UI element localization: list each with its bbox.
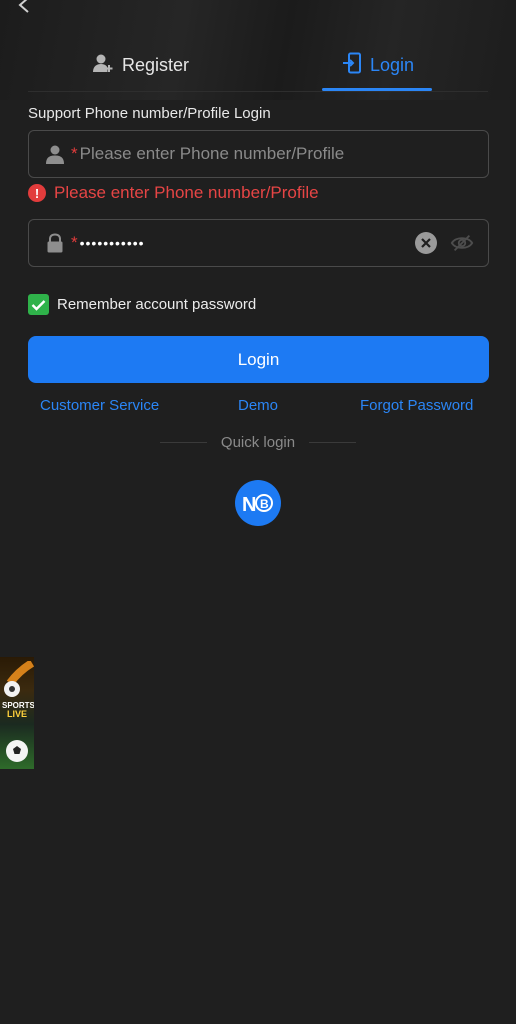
phone-input[interactable]: [77, 144, 488, 164]
password-input[interactable]: •••••••••••: [78, 235, 414, 251]
tabs-divider: [28, 91, 488, 92]
phone-field[interactable]: *: [28, 130, 489, 178]
error-icon: !: [28, 184, 46, 202]
tab-register-label: Register: [122, 54, 190, 75]
sports-live-banner[interactable]: SPORTS LIVE: [0, 657, 34, 769]
password-field[interactable]: * •••••••••••: [28, 219, 489, 267]
demo-link[interactable]: Demo: [238, 397, 278, 414]
required-mark: *: [71, 233, 78, 252]
user-icon: [43, 142, 67, 166]
sports-live-text: SPORTS LIVE: [2, 701, 34, 719]
quick-login-label: Quick login: [220, 433, 296, 451]
clear-icon[interactable]: [414, 231, 438, 255]
quick-login-button[interactable]: N B: [235, 480, 281, 526]
remember-label: Remember account password: [57, 296, 257, 313]
back-icon: [17, 0, 31, 20]
user-add-icon: [92, 52, 114, 79]
quick-login-divider: Quick login: [160, 432, 357, 452]
tab-register[interactable]: Register: [92, 40, 189, 90]
svg-text:B: B: [260, 497, 269, 511]
sports-text-line2: LIVE: [6, 709, 27, 719]
quick-login-icon: N B: [242, 494, 273, 515]
phone-error-text: Please enter Phone number/Profile: [54, 183, 319, 202]
check-icon: [31, 299, 46, 311]
remember-password-toggle[interactable]: Remember account password: [28, 294, 256, 315]
football-icon: [6, 740, 28, 762]
auth-tabs: Register Login: [0, 40, 516, 92]
login-icon: [342, 52, 362, 79]
divider-line: [309, 441, 357, 443]
fireball-icon: [4, 661, 34, 697]
login-method-label: Support Phone number/Profile Login: [28, 105, 271, 122]
login-button[interactable]: Login: [28, 336, 489, 383]
forgot-password-link[interactable]: Forgot Password: [360, 397, 473, 414]
phone-error: ! Please enter Phone number/Profile: [28, 183, 319, 203]
tab-login-label: Login: [370, 54, 415, 75]
svg-text:N: N: [242, 494, 256, 515]
helper-links: Customer Service Demo Forgot Password: [0, 397, 516, 417]
lock-icon: [43, 231, 67, 255]
required-mark: *: [71, 144, 78, 163]
eye-off-icon[interactable]: [450, 231, 474, 255]
back-button[interactable]: [12, 0, 36, 20]
divider-line: [160, 441, 207, 443]
tab-login[interactable]: Login: [342, 40, 414, 90]
customer-service-link[interactable]: Customer Service: [40, 397, 159, 414]
remember-checkbox[interactable]: [28, 294, 49, 315]
